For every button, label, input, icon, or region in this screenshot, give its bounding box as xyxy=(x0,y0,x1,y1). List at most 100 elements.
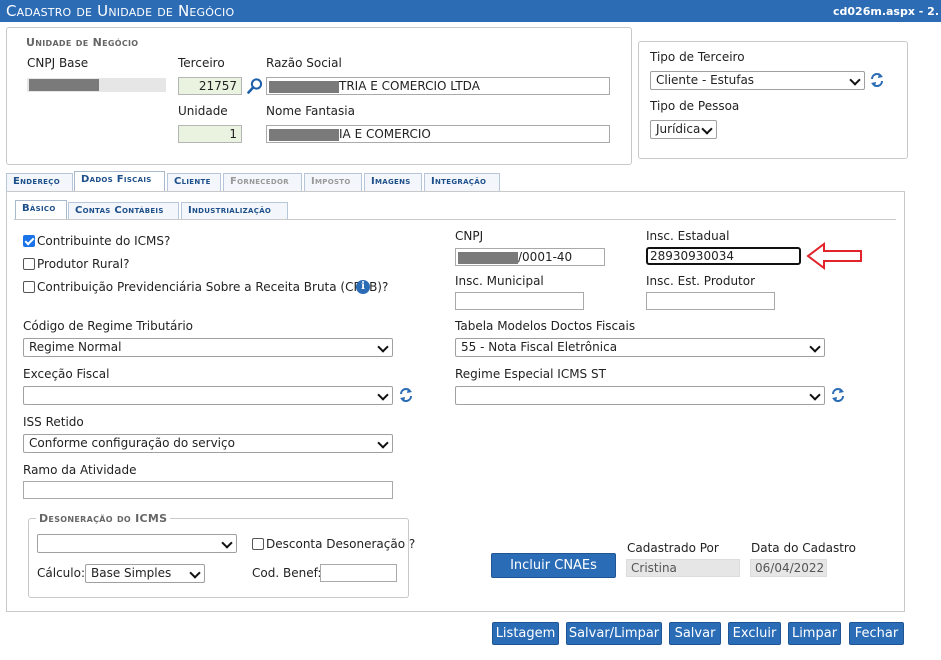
razao-social-label: Razão Social xyxy=(266,56,342,70)
redacted-mask xyxy=(458,251,518,264)
refresh-icon[interactable] xyxy=(870,72,884,88)
calculo-label: Cálculo: xyxy=(37,566,85,580)
desoneracao-legend: Desoneração do ICMS xyxy=(36,512,171,525)
cod-benef-label: Cod. Benef: xyxy=(252,566,322,580)
tipo-pessoa-label: Tipo de Pessoa xyxy=(650,99,740,113)
cnpj-field[interactable]: /0001-40 xyxy=(455,248,605,266)
tab-endereco[interactable]: Endereço xyxy=(6,173,73,191)
contribuinte-icms-label: Contribuinte do ICMS? xyxy=(37,234,171,248)
subtab-divider xyxy=(14,219,896,220)
subtab-industrializacao[interactable]: Industrialização xyxy=(181,202,288,220)
cadastrado-por-field: Cristina xyxy=(626,559,740,577)
chevron-down-icon xyxy=(701,123,713,135)
cprb-checkbox[interactable] xyxy=(23,281,35,293)
cnpj-base-field[interactable] xyxy=(27,78,166,92)
salvar-button[interactable]: Salvar xyxy=(669,622,721,645)
tab-integracao[interactable]: Integração xyxy=(424,173,500,191)
tab-dados-fiscais[interactable]: Dados Fiscais xyxy=(74,171,165,191)
chevron-down-icon xyxy=(809,341,821,353)
chevron-down-icon xyxy=(221,537,233,549)
regime-label: Código de Regime Tributário xyxy=(23,319,194,333)
tabela-label: Tabela Modelos Doctos Fiscais xyxy=(455,319,636,333)
insc-produtor-label: Insc. Est. Produtor xyxy=(646,274,756,288)
iss-value: Conforme configuração do serviço xyxy=(29,436,235,450)
nome-fantasia-field[interactable]: IA E COMERCIO xyxy=(266,125,610,143)
insc-municipal-field[interactable] xyxy=(455,292,584,310)
tab-fornecedor[interactable]: Fornecedor xyxy=(223,173,302,191)
desconta-checkbox[interactable] xyxy=(252,538,264,550)
unidade-label: Unidade xyxy=(178,104,228,118)
tipo-terceiro-value: Cliente - Estufas xyxy=(656,73,755,87)
insc-produtor-field[interactable] xyxy=(646,292,775,310)
nome-fantasia-label: Nome Fantasia xyxy=(266,104,355,118)
iss-label: ISS Retido xyxy=(23,415,84,429)
tab-cliente[interactable]: Cliente xyxy=(167,173,221,191)
calculo-select[interactable]: Base Simples xyxy=(85,564,205,583)
terceiro-label: Terceiro xyxy=(178,56,225,70)
tab-imagens[interactable]: Imagens xyxy=(364,173,422,191)
search-icon[interactable] xyxy=(246,77,264,95)
ramo-field[interactable] xyxy=(23,481,393,499)
tab-imposto[interactable]: Imposto xyxy=(304,173,362,191)
insc-estadual-field[interactable]: 28930930034 xyxy=(646,247,801,265)
produtor-rural-checkbox[interactable] xyxy=(23,258,35,270)
terceiro-field[interactable]: 21757 xyxy=(178,77,242,95)
cprb-label: Contribuição Previdenciária Sobre a Rece… xyxy=(37,280,389,294)
refresh-icon[interactable] xyxy=(831,387,845,403)
regime-st-select[interactable] xyxy=(455,386,825,405)
chevron-down-icon xyxy=(377,389,389,401)
incluir-cnaes-button[interactable]: Incluir CNAEs xyxy=(491,553,616,578)
nome-fantasia-value: IA E COMERCIO xyxy=(339,127,431,141)
cadastrado-por-label: Cadastrado Por xyxy=(627,541,719,555)
regime-value: Regime Normal xyxy=(29,340,122,354)
chevron-down-icon xyxy=(849,74,861,86)
desoneracao-select[interactable] xyxy=(37,534,237,553)
regime-st-label: Regime Especial ICMS ST xyxy=(455,367,606,381)
window-title: Cadastro de Unidade de Negócio xyxy=(6,2,235,20)
subtab-basico[interactable]: Básico xyxy=(15,200,67,220)
excecao-label: Exceção Fiscal xyxy=(23,367,110,381)
chevron-down-icon xyxy=(377,341,389,353)
listagem-button[interactable]: Listagem xyxy=(492,622,559,645)
razao-social-value: TRIA E COMERCIO LTDA xyxy=(339,79,480,93)
excluir-button[interactable]: Excluir xyxy=(728,622,781,645)
tipo-pessoa-value: Jurídica xyxy=(656,122,701,136)
redacted-mask xyxy=(269,80,339,93)
tipo-terceiro-label: Tipo de Terceiro xyxy=(650,50,745,64)
redacted-mask xyxy=(29,79,99,91)
insc-estadual-label: Insc. Estadual xyxy=(646,229,730,243)
cnpj-value: /0001-40 xyxy=(518,250,573,264)
excecao-select[interactable] xyxy=(23,386,393,405)
iss-select[interactable]: Conforme configuração do serviço xyxy=(23,434,393,453)
produtor-rural-label: Produtor Rural? xyxy=(37,257,130,271)
data-cadastro-label: Data do Cadastro xyxy=(751,541,856,555)
tabela-select[interactable]: 55 - Nota Fiscal Eletrônica xyxy=(455,338,825,357)
tipo-terceiro-select[interactable]: Cliente - Estufas xyxy=(650,71,865,90)
data-cadastro-field: 06/04/2022 xyxy=(750,559,827,577)
chevron-down-icon xyxy=(189,567,201,579)
salvar-limpar-button[interactable]: Salvar/Limpar xyxy=(566,622,662,645)
tabela-value: 55 - Nota Fiscal Eletrônica xyxy=(461,340,618,354)
desconta-label: Desconta Desoneração ? xyxy=(266,537,416,551)
ramo-label: Ramo da Atividade xyxy=(23,463,137,477)
arrow-left-icon xyxy=(806,242,862,270)
title-bar: Cadastro de Unidade de Negócio cd026m.as… xyxy=(0,0,941,22)
subtab-contas-contabeis[interactable]: Contas Contábeis xyxy=(68,202,179,220)
info-icon[interactable]: i xyxy=(356,280,370,294)
calculo-value: Base Simples xyxy=(91,566,172,580)
refresh-icon[interactable] xyxy=(399,387,413,403)
regime-select[interactable]: Regime Normal xyxy=(23,338,393,357)
cod-benef-field[interactable] xyxy=(320,564,397,582)
unidade-field[interactable]: 1 xyxy=(178,125,242,143)
contribuinte-icms-checkbox[interactable] xyxy=(23,235,35,247)
chevron-down-icon xyxy=(377,437,389,449)
insc-municipal-label: Insc. Municipal xyxy=(455,274,544,288)
cnpj-base-label: CNPJ Base xyxy=(27,56,89,70)
redacted-mask xyxy=(269,128,339,141)
cnpj-label: CNPJ xyxy=(455,229,484,243)
fechar-button[interactable]: Fechar xyxy=(849,622,904,645)
limpar-button[interactable]: Limpar xyxy=(788,622,841,645)
page-name: cd026m.aspx - 2. xyxy=(833,5,939,18)
razao-social-field[interactable]: TRIA E COMERCIO LTDA xyxy=(266,77,610,95)
tipo-pessoa-select[interactable]: Jurídica xyxy=(650,120,717,139)
